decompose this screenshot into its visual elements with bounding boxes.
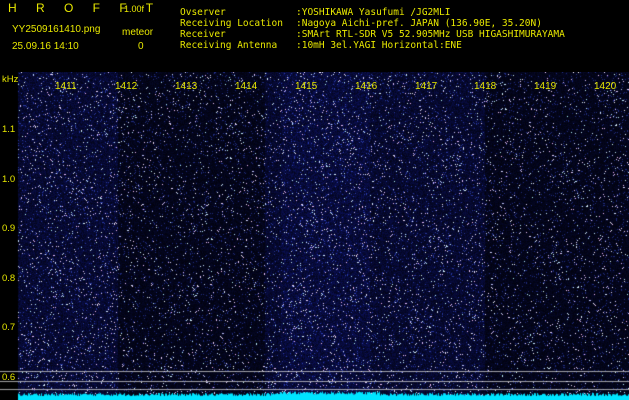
x-tick-label: 1419 [534,81,557,92]
app-version: 1.00f [124,4,145,14]
info-key: Receiving Location [180,18,283,29]
info-key: Receiver [180,29,226,40]
info-value: :Nagoya Aichi-pref. JAPAN (136.90E, 35.2… [296,18,542,29]
x-tick-label: 1414 [235,81,258,92]
x-tick-label: 1415 [295,81,318,92]
x-tick-label: 1420 [594,81,617,92]
file-name: YY2509161410.png [12,24,101,35]
y-tick-label: 0.6 [2,372,16,383]
info-location: Receiving Location :Nagoya Aichi-pref. JA… [180,18,542,29]
info-value: :YOSHIKAWA Yasufumi /JG2MLI [296,7,451,18]
y-axis-unit: kHz [2,74,19,85]
x-tick-label: 1416 [355,81,378,92]
info-observer: Ovserver :YOSHIKAWA Yasufumi /JG2MLI [180,7,450,18]
x-tick-label: 1418 [474,81,497,92]
info-key: Ovserver [180,7,226,18]
y-tick-label: 0.7 [2,322,16,333]
y-tick-label: 0.8 [2,273,16,284]
x-tick-label: 1411 [55,81,77,92]
x-tick-label: 1417 [415,81,438,92]
y-tick-label: 1.0 [2,174,16,185]
date-time: 25.09.16 14:10 [12,41,79,52]
meteor-count: 0 [138,41,144,52]
info-value: :SMArt RTL-SDR V5 52.905MHz USB HIGASHIM… [296,29,565,40]
spectrogram-canvas [0,72,629,400]
header-panel: H R O F F T 1.00f YY2509161410.png meteo… [0,0,629,72]
meteor-label: meteor [122,27,154,38]
info-antenna: Receiving Antenna :10mH 3el.YAGI Horizont… [180,40,462,51]
y-tick-label: 1.1 [2,124,16,135]
y-tick-label: 0.9 [2,223,16,234]
x-tick-label: 1412 [115,81,138,92]
x-tick-label: 1413 [175,81,198,92]
info-value: :10mH 3el.YAGI Horizontal:ENE [296,40,462,51]
info-receiver: Receiver :SMArt RTL-SDR V5 52.905MHz USB … [180,29,565,40]
info-key: Receiving Antenna [180,40,278,51]
